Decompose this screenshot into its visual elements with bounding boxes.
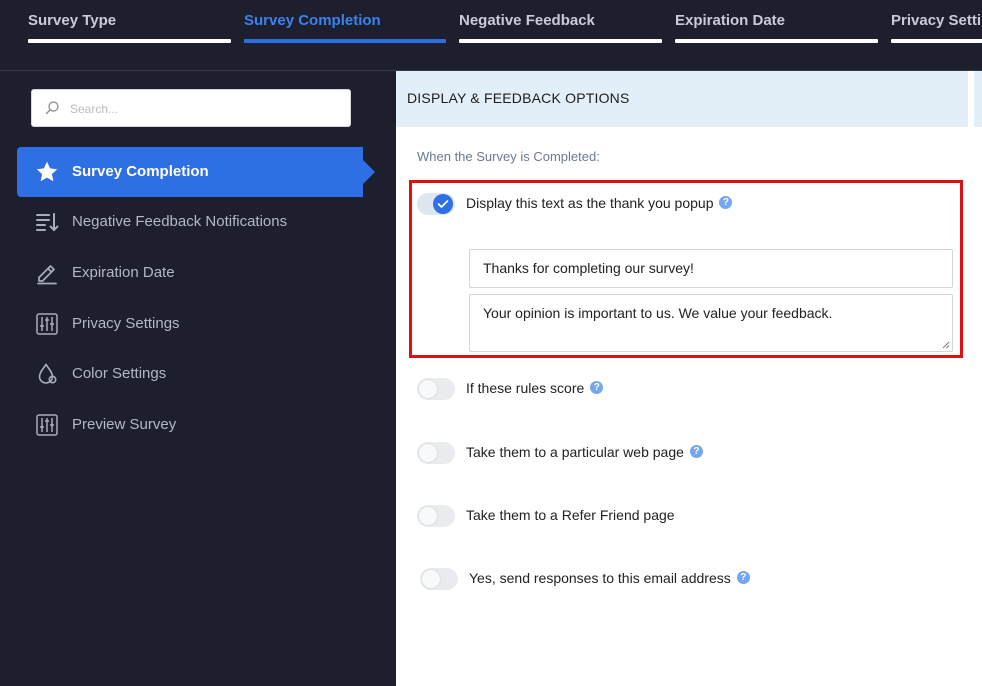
- tab-survey-completion[interactable]: Survey Completion: [244, 0, 446, 44]
- tab-underline: [459, 39, 662, 43]
- search-icon: [45, 101, 59, 115]
- tab-underline: [675, 39, 878, 43]
- tab-label: Survey Type: [28, 12, 117, 29]
- sliders-icon: [36, 414, 58, 436]
- tab-label: Privacy Settings: [891, 12, 982, 29]
- tab-survey-type[interactable]: Survey Type: [28, 0, 231, 44]
- popup-message-text: Your opinion is important to us. We valu…: [483, 305, 833, 321]
- top-tab-bar: Survey Type Survey Completion Negative F…: [0, 0, 982, 71]
- resize-handle-icon[interactable]: [942, 341, 950, 349]
- sidebar-item-expiration-date[interactable]: Expiration Date: [17, 248, 363, 298]
- web-page-option: Take them to a particular web page?: [466, 444, 703, 460]
- help-icon[interactable]: ?: [689, 445, 703, 458]
- toggle-knob: [433, 194, 453, 214]
- option-label: Yes, send responses to this email addres…: [469, 570, 731, 586]
- tab-privacy-settings[interactable]: Privacy Settings: [891, 0, 982, 44]
- rules-score-toggle[interactable]: [417, 378, 455, 400]
- toggle-knob: [422, 570, 440, 588]
- option-label: Take them to a Refer Friend page: [466, 507, 675, 523]
- star-icon: [36, 161, 58, 182]
- tab-underline-active: [244, 39, 446, 43]
- toggle-knob: [419, 380, 437, 398]
- main-panel: DISPLAY & FEEDBACK OPTIONS When the Surv…: [396, 71, 982, 686]
- web-page-toggle[interactable]: [417, 442, 455, 464]
- tab-label: Negative Feedback: [459, 12, 595, 29]
- sidebar-item-label: Privacy Settings: [72, 315, 180, 332]
- sort-list-icon: [36, 213, 59, 232]
- email-responses-toggle[interactable]: [420, 568, 458, 590]
- thank-you-popup-toggle[interactable]: [417, 193, 455, 215]
- option-label: Take them to a particular web page: [466, 444, 684, 460]
- panel-header-edge: [974, 71, 982, 127]
- popup-message-textarea[interactable]: Your opinion is important to us. We valu…: [469, 294, 953, 352]
- refer-friend-option: Take them to a Refer Friend page: [466, 507, 675, 523]
- popup-title-input[interactable]: Thanks for completing our survey!: [469, 249, 953, 288]
- sidebar-item-negative-feedback[interactable]: Negative Feedback Notifications: [17, 197, 363, 247]
- tab-label: Expiration Date: [675, 12, 786, 29]
- toggle-knob: [419, 444, 437, 462]
- search-input[interactable]: [68, 90, 342, 128]
- color-drop-icon: [38, 363, 57, 384]
- help-icon[interactable]: ?: [719, 196, 733, 209]
- sidebar: Survey Completion Negative Feedback Noti…: [0, 71, 396, 686]
- option-label: Display this text as the thank you popup: [466, 195, 714, 211]
- help-icon[interactable]: ?: [590, 381, 604, 394]
- sidebar-item-label: Negative Feedback Notifications: [72, 213, 288, 230]
- thank-you-popup-option: Display this text as the thank you popup…: [466, 195, 733, 211]
- help-icon[interactable]: ?: [736, 571, 750, 584]
- sidebar-item-color-settings[interactable]: Color Settings: [17, 349, 363, 399]
- sidebar-item-survey-completion[interactable]: Survey Completion: [17, 147, 375, 197]
- tab-underline: [891, 39, 982, 43]
- search-box[interactable]: [31, 89, 351, 128]
- option-label: If these rules score: [466, 380, 585, 396]
- pencil-icon: [37, 265, 57, 285]
- rules-score-option: If these rules score?: [466, 380, 604, 396]
- sidebar-item-preview-survey[interactable]: Preview Survey: [17, 400, 363, 450]
- check-icon: [437, 200, 449, 208]
- tab-label: Survey Completion: [244, 12, 381, 29]
- sidebar-item-label: Expiration Date: [72, 264, 175, 281]
- email-responses-option: Yes, send responses to this email addres…: [469, 570, 750, 586]
- sidebar-item-label: Survey Completion: [72, 163, 209, 180]
- sidebar-item-label: Preview Survey: [72, 416, 177, 433]
- panel-header: DISPLAY & FEEDBACK OPTIONS: [396, 71, 968, 127]
- tab-negative-feedback[interactable]: Negative Feedback: [459, 0, 662, 44]
- refer-friend-toggle[interactable]: [417, 505, 455, 527]
- sidebar-item-privacy-settings[interactable]: Privacy Settings: [17, 299, 363, 349]
- sidebar-item-label: Color Settings: [72, 365, 167, 382]
- sliders-icon: [36, 313, 58, 335]
- toggle-knob: [419, 507, 437, 525]
- completed-label: When the Survey is Completed:: [417, 149, 600, 164]
- tab-underline: [28, 39, 231, 43]
- tab-expiration-date[interactable]: Expiration Date: [675, 0, 878, 44]
- panel-title: DISPLAY & FEEDBACK OPTIONS: [407, 90, 630, 106]
